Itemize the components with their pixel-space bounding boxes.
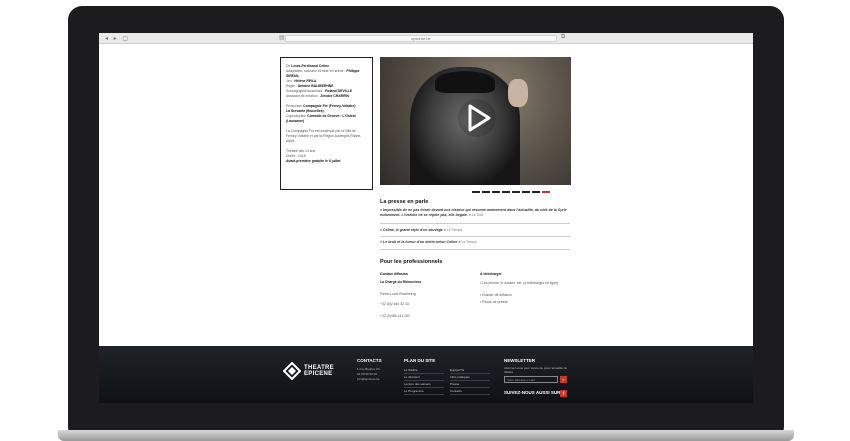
slider-dot[interactable] [532,191,540,193]
slider-dot[interactable] [472,191,480,193]
credits-box: De Louis-Ferdinand Céline Adaptation, sc… [280,57,373,190]
video-player[interactable] [380,57,571,185]
slider-dot[interactable] [512,191,520,193]
facebook-icon[interactable]: f [560,390,567,397]
press-heading: La presse en parle [380,199,429,205]
newsletter-heading: NEWSLETTER [504,358,535,363]
sitemap-heading: PLAN DU SITE [404,358,436,363]
slider-dot[interactable] [502,191,510,193]
premiere-text: Avant-première gratuite le 6 juillet [286,159,341,163]
contact-phone[interactable]: +32 (0)2 644 42 43 [380,301,409,307]
sitemap-link[interactable]: Contacts [450,388,490,395]
reader-icon[interactable]: ▤ [279,34,285,41]
download-link[interactable]: • Les photos, le dossier, etc. (à téléch… [480,281,572,286]
browser-toolbar: ◂ ▸ ▢ ▤ epicene.be ⧉ [99,33,753,44]
contacts-heading: CONTACTS [357,358,382,363]
sitemap-link[interactable]: Presse [450,381,490,388]
contacts-list: 1 rue Maurice Ch. 04 00 00 00 00 info@ep… [357,367,381,382]
sitemap-col-2: Equipe/Tis Infos pratiques Presse Contac… [450,367,490,395]
newsletter-text: Abonnez-vous pour suivre de près l'actua… [504,366,568,374]
coproduction-line: Coproduction Comédie de Genève / L'Ostes… [286,114,356,123]
sitemap-link[interactable]: Infos pratiques [450,374,490,381]
slider-dot[interactable] [482,191,490,193]
press-quote: « Céline, le grand style d'un sauvage » … [380,228,463,232]
slider-dot[interactable] [522,191,530,193]
contact-person: Pierre-Louis Rosenberg [380,292,416,296]
slider-dots [472,191,550,193]
theatre-logo[interactable]: THEATRE EPICENE [283,362,334,380]
sitemap-link[interactable]: Equipe/Tis [450,367,490,374]
laptop-screen: ◂ ▸ ▢ ▤ epicene.be ⧉ De Louis-Ferdinand … [99,33,753,403]
follow-heading: SUIVEZ-NOUS AUSSI SUR [504,390,561,395]
newsletter-email-input[interactable]: Votre adresse e-mail [504,376,558,383]
contact-name: La Charge du Rhinocéros [380,280,422,284]
download-link[interactable]: • Revue de presse [480,299,508,305]
sitemap-link[interactable]: Le Programme [404,388,444,395]
slider-dot[interactable] [492,191,500,193]
laptop-base [58,430,794,441]
logo-line: EPICENE [304,371,333,377]
contact-line[interactable]: info@epicene.be [357,377,381,382]
slider-dot[interactable] [542,191,550,193]
sitemap-link[interactable]: Le théâtre [404,367,444,374]
contact-phone[interactable]: +32 (0)488 141 160 [380,313,410,319]
sitemap-link[interactable]: Lecture des saisons [404,381,444,388]
pros-heading: Pour les professionnels [380,259,443,265]
credit-line: Adaptation, scénario et mise en scène : … [286,69,360,78]
press-quote: « Le bruit et la fureur d'un siècle selo… [380,240,477,244]
newsletter-submit-button[interactable]: » [560,376,567,383]
download-title: À télécharger [480,272,502,276]
address-bar[interactable]: epicene.be [285,35,557,42]
contact-title: Contact diffusion [380,272,408,276]
browser-nav-buttons[interactable]: ◂ ▸ ▢ [105,35,130,42]
support-text: La Compagnie Fer est soutenue par la Vil… [286,129,362,143]
sitemap-col-1: Le théâtre Le directeur Lecture des sais… [404,367,444,395]
press-quote: « Impossible de ne pas frémir devant une… [380,208,567,217]
logo-mark-icon [283,362,301,380]
sitemap-link[interactable]: Le directeur [404,374,444,381]
play-icon[interactable] [456,97,498,139]
site-footer: THEATRE EPICENE CONTACTS 1 rue Maurice C… [99,346,753,403]
share-icon[interactable]: ⧉ [561,34,565,41]
download-link[interactable]: • Dossier de diffusion [480,292,512,298]
